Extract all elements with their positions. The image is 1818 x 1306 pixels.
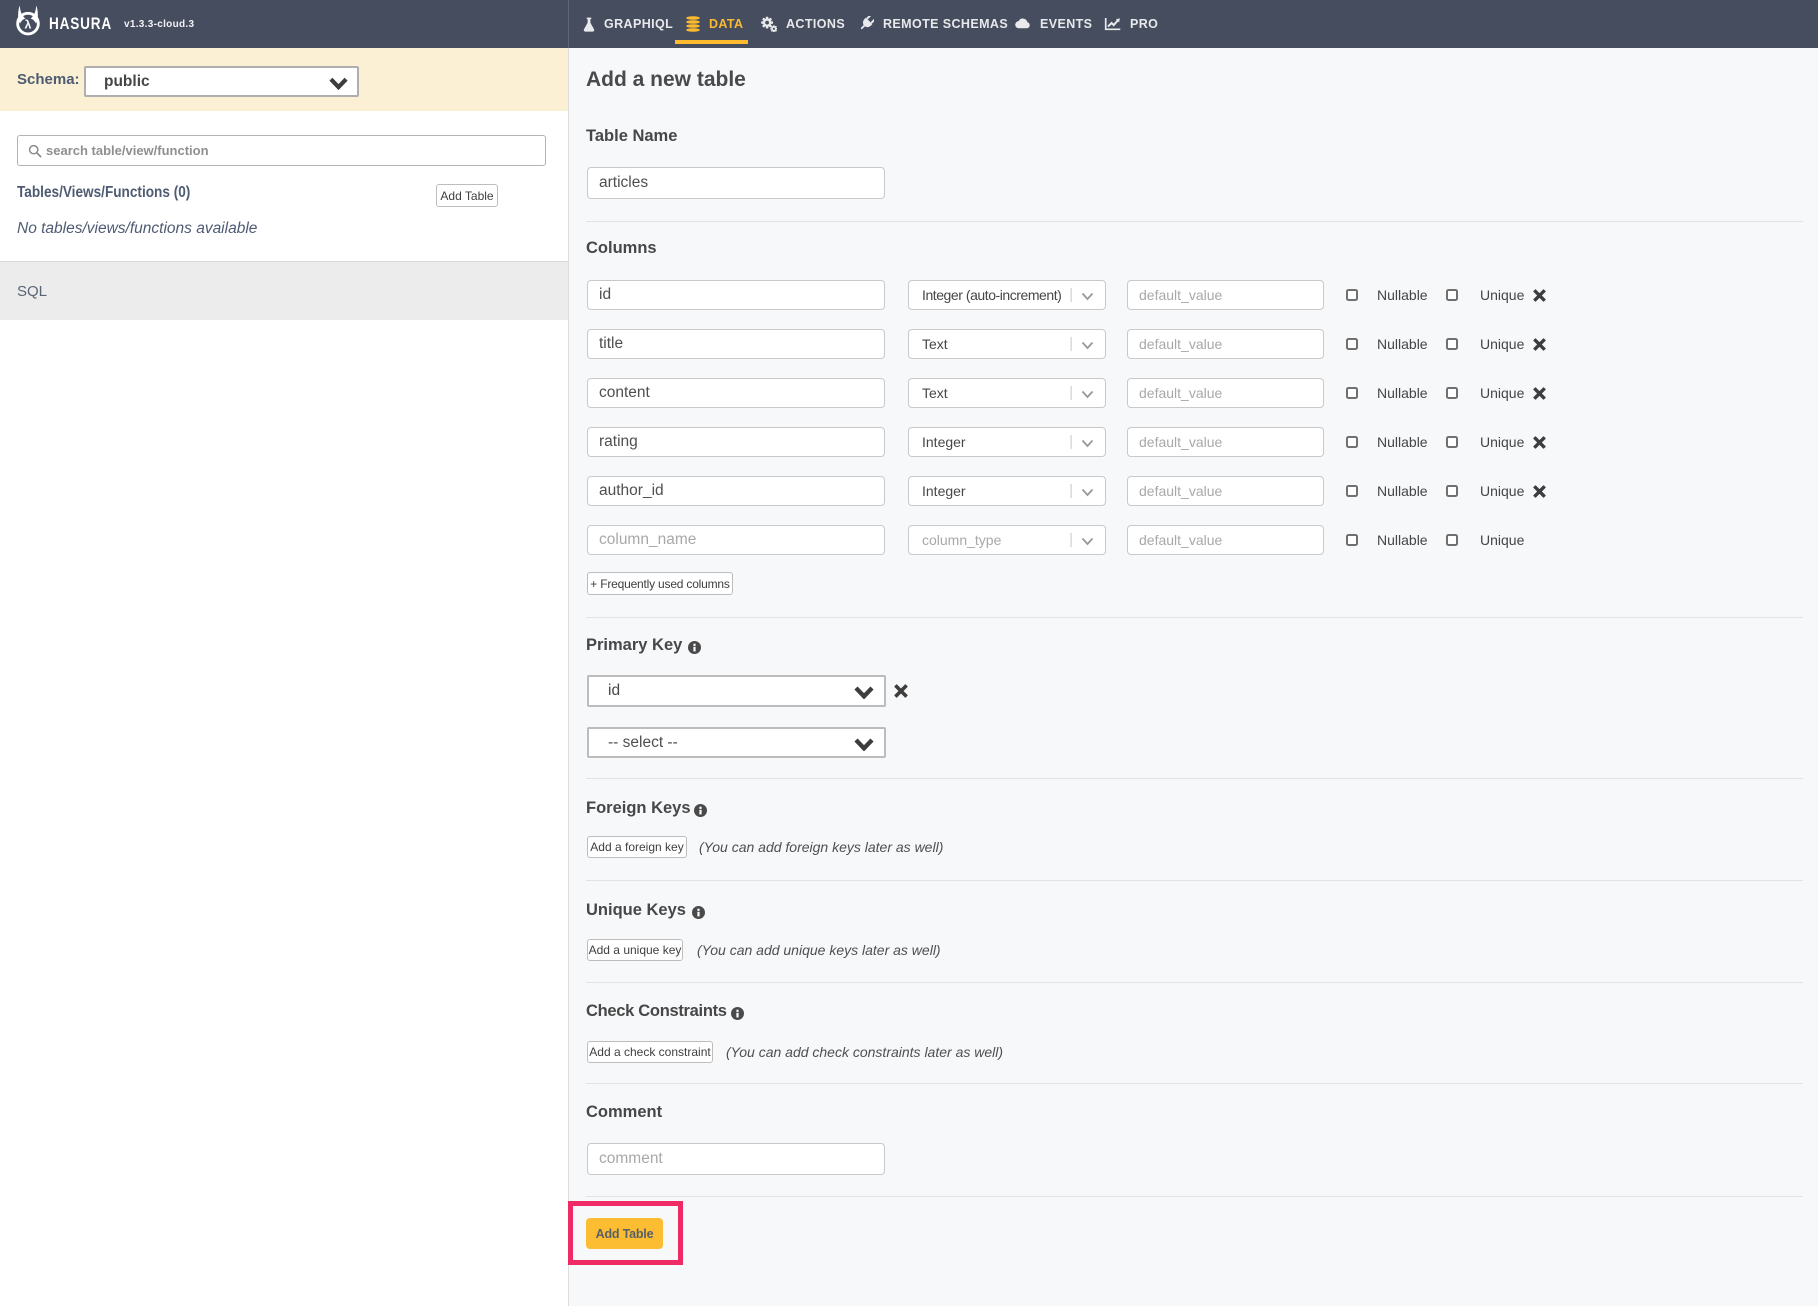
- svg-text:λ: λ: [25, 17, 32, 31]
